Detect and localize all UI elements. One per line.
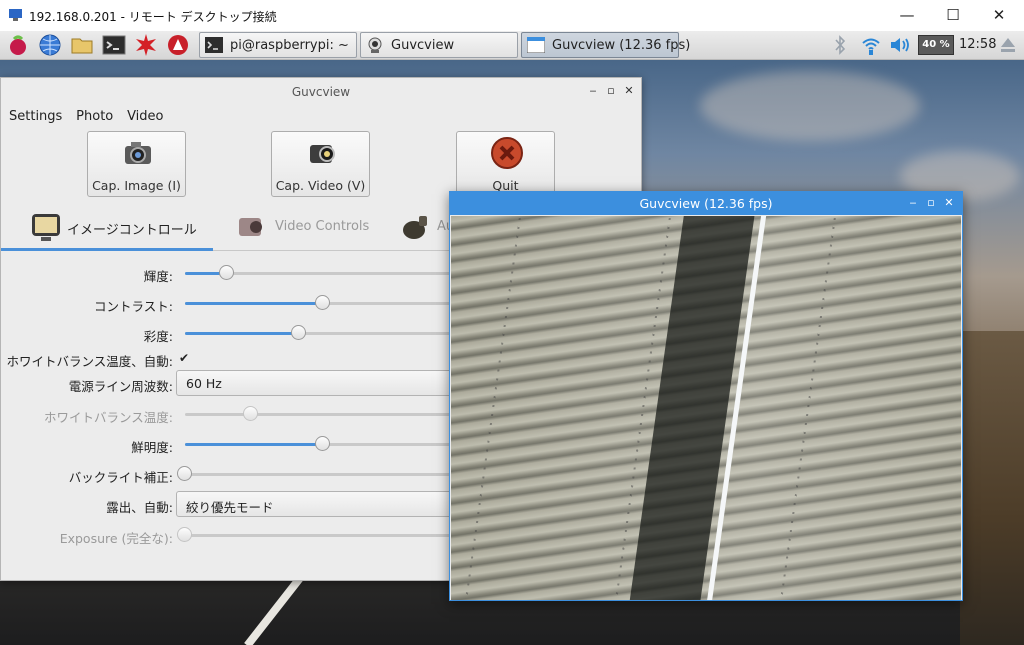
saturation-slider[interactable] [185,325,485,340]
slider-knob[interactable] [291,325,306,340]
wolfram-icon[interactable] [166,33,190,57]
task-label: Guvcview (12.36 fps) [552,38,691,53]
preview-close-button[interactable]: ✕ [940,194,958,212]
exposure-abs-slider[interactable] [177,527,485,542]
tab-label: Video Controls [275,219,370,234]
slider-knob[interactable] [219,265,234,280]
microphone-icon [403,216,427,239]
web-browser-icon[interactable] [38,33,62,57]
active-tab-indicator [1,248,213,251]
rdp-title-bar: 192.168.0.201 - リモート デスクトップ接続 — ☐ ✕ [0,0,1024,32]
preview-title: Guvcview (12.36 fps) [639,196,773,211]
bluetooth-icon[interactable] [832,34,848,56]
cap-image-button[interactable]: Cap. Image (I) [87,131,186,197]
guvcview-preview-window: Guvcview (12.36 fps) ‒ ▫ ✕ [449,191,963,601]
exposure-abs-label: Exposure (完全な): [59,531,173,546]
cap-video-button[interactable]: Cap. Video (V) [271,131,370,197]
sharpness-label: 鮮明度: [131,440,173,455]
camera-icon [125,142,151,164]
preview-maximize-button[interactable]: ▫ [922,194,940,212]
sharpness-slider[interactable] [185,436,485,451]
power-line-value: 60 Hz [186,376,222,391]
slider-knob[interactable] [177,466,192,481]
window-title: Guvcview [291,85,351,99]
rdp-title: 192.168.0.201 - リモート デスクトップ接続 [29,10,277,24]
slider-fill [185,443,323,446]
contrast-slider[interactable] [185,295,485,310]
raspberry-menu-icon[interactable] [6,33,30,57]
camera-preview [451,216,961,600]
window-icon [527,37,545,53]
file-manager-icon[interactable] [70,33,94,57]
rdp-close-button[interactable]: ✕ [976,0,1022,31]
slider-fill [185,332,299,335]
volume-icon[interactable] [889,34,913,56]
wb-auto-label: ホワイトバランス温度、自動: [6,354,173,369]
webcam-icon [368,37,382,53]
maximize-button[interactable]: ▫ [602,82,620,100]
menu-photo[interactable]: Photo [76,106,113,128]
tab-image-controls[interactable]: イメージコントロール [1,202,213,251]
task-terminal[interactable]: pi@raspberrypi: ~ [199,32,357,58]
menu-video[interactable]: Video [127,106,163,128]
rdp-maximize-button[interactable]: ☐ [930,0,976,31]
task-guvcview-preview[interactable]: Guvcview (12.36 fps) [521,32,690,58]
minimize-button[interactable]: ‒ [584,82,602,100]
slider-fill [185,302,323,305]
power-line-label: 電源ライン周波数: [68,379,173,394]
cpu-usage-label: 40 % [922,39,950,50]
grass-area [960,331,1024,645]
slider-knob[interactable] [177,527,192,542]
tab-video-controls[interactable]: Video Controls [233,202,393,250]
power-line-select[interactable]: 60 Hz [176,370,476,396]
video-camera-icon [239,218,262,236]
menu-settings[interactable]: Settings [9,106,62,128]
task-label: Guvcview [391,38,455,53]
slider-knob[interactable] [243,406,258,421]
cpu-usage-monitor: 40 % [918,35,954,55]
exposure-auto-select[interactable]: 絞り優先モード [176,491,476,517]
clock[interactable]: 12:58 [959,37,996,52]
exposure-auto-value: 絞り優先モード [186,500,274,515]
preview-titlebar[interactable]: Guvcview (12.36 fps) ‒ ▫ ✕ [450,192,962,215]
tab-label: イメージコントロール [67,223,197,238]
exposure-auto-label: 露出、自動: [106,500,173,515]
slider-knob[interactable] [315,436,330,451]
mathematica-icon[interactable] [134,33,158,57]
wb-temp-slider[interactable] [185,406,485,421]
cap-video-label: Cap. Video (V) [275,178,366,193]
preview-minimize-button[interactable]: ‒ [904,194,922,212]
quit-button[interactable]: Quit [456,131,555,197]
contrast-label: コントラスト: [94,299,173,314]
eject-icon[interactable] [998,34,1018,56]
menu-bar: Settings Photo Video [1,106,166,128]
saturation-label: 彩度: [143,329,173,344]
wifi-icon[interactable] [860,34,882,56]
window-titlebar[interactable]: Guvcview ‒ ▫ ✕ [1,78,641,106]
taskbar: pi@raspberrypi: ~ Guvcview Guvcview (12.… [0,31,1024,60]
task-guvcview[interactable]: Guvcview [360,32,518,58]
video-camera-icon [310,145,335,163]
rdp-minimize-button[interactable]: — [884,0,930,31]
slider-knob[interactable] [315,295,330,310]
terminal-icon [205,37,223,53]
monitor-icon [32,214,60,241]
road-line [244,572,306,645]
remote-desktop-icon [9,9,22,21]
close-button[interactable]: ✕ [620,82,638,100]
wb-auto-checkbox[interactable]: ✔ [179,352,191,364]
backlight-slider[interactable] [177,466,485,481]
brightness-slider[interactable] [185,265,485,280]
cap-image-label: Cap. Image (I) [92,178,181,193]
wb-temp-label: ホワイトバランス温度: [44,410,173,425]
desktop: pi@raspberrypi: ~ Guvcview Guvcview (12.… [0,31,1024,645]
terminal-icon[interactable] [102,33,126,57]
backlight-label: バックライト補正: [68,470,173,485]
task-label: pi@raspberrypi: ~ [230,38,349,53]
quit-icon [491,137,523,169]
brightness-label: 輝度: [143,269,173,284]
